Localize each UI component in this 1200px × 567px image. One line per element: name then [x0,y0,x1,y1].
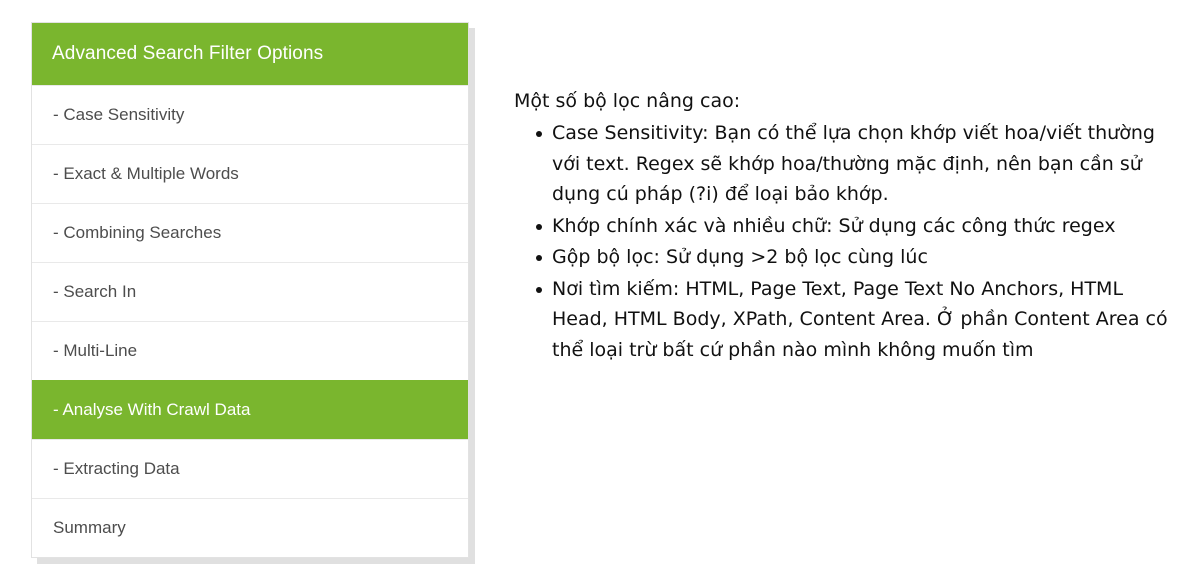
list-item: Nơi tìm kiếm: HTML, Page Text, Page Text… [536,274,1174,366]
sidebar-item-summary[interactable]: Summary [32,498,468,557]
sidebar-item-multi-line[interactable]: - Multi-Line [32,321,468,380]
list-item: Khớp chính xác và nhiều chữ: Sử dụng các… [536,211,1174,242]
sidebar-item-search-in[interactable]: - Search In [32,262,468,321]
sidebar-item-combining-searches[interactable]: - Combining Searches [32,203,468,262]
sidebar-item-case-sensitivity[interactable]: - Case Sensitivity [32,85,468,144]
content-intro-text: Một số bộ lọc nâng cao: [514,90,741,112]
sidebar-item-analyse-with-crawl-data[interactable]: - Analyse With Crawl Data [32,380,468,439]
sidebar-item-extracting-data[interactable]: - Extracting Data [32,439,468,498]
page-root: Advanced Search Filter Options - Case Se… [0,0,1200,567]
sidebar-navigation-card: Advanced Search Filter Options - Case Se… [31,22,469,558]
list-item: Case Sensitivity: Bạn có thể lựa chọn kh… [536,118,1174,210]
list-item: Gộp bộ lọc: Sử dụng >2 bộ lọc cùng lúc [536,242,1174,273]
content-bullet-list: Case Sensitivity: Bạn có thể lựa chọn kh… [514,118,1174,365]
sidebar-header: Advanced Search Filter Options [32,23,468,85]
content-pane: Một số bộ lọc nâng cao: Case Sensitivity… [514,86,1174,366]
sidebar-item-exact-multiple-words[interactable]: - Exact & Multiple Words [32,144,468,203]
